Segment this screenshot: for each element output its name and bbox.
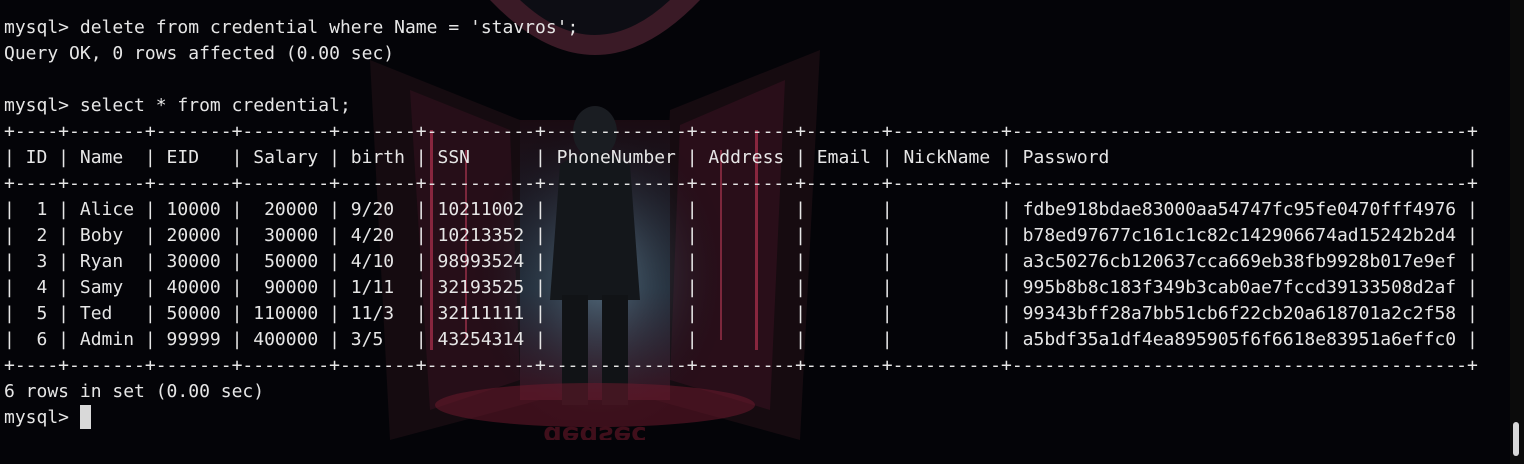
terminal-line: | 1 | Alice | 10000 | 20000 | 9/20 | 102…	[4, 199, 1478, 220]
terminal-line: | 6 | Admin | 99999 | 400000 | 3/5 | 432…	[4, 329, 1478, 350]
terminal-output: mysql> delete from credential where Name…	[4, 15, 1478, 431]
prompt-line[interactable]: mysql>	[4, 405, 1478, 431]
terminal-line: | 5 | Ted | 50000 | 110000 | 11/3 | 3211…	[4, 303, 1478, 324]
terminal-line: | 2 | Boby | 20000 | 30000 | 4/20 | 1021…	[4, 225, 1478, 246]
terminal-scrollbar[interactable]	[1510, 0, 1524, 464]
terminal-line: mysql> delete from credential where Name…	[4, 17, 579, 38]
mysql-prompt: mysql>	[4, 407, 70, 428]
terminal-line: 6 rows in set (0.00 sec)	[4, 381, 265, 402]
scrollbar-thumb[interactable]	[1513, 422, 1519, 456]
terminal-line: +----+-------+-------+--------+-------+-…	[4, 355, 1478, 376]
terminal-line: mysql> select * from credential;	[4, 95, 351, 116]
terminal-line: +----+-------+-------+--------+-------+-…	[4, 173, 1478, 194]
terminal-line: | ID | Name | EID | Salary | birth | SSN…	[4, 147, 1478, 168]
text-cursor	[80, 405, 92, 429]
terminal-line: +----+-------+-------+--------+-------+-…	[4, 121, 1478, 142]
terminal-line: | 4 | Samy | 40000 | 90000 | 1/11 | 3219…	[4, 277, 1478, 298]
terminal-line: | 3 | Ryan | 30000 | 50000 | 4/10 | 9899…	[4, 251, 1478, 272]
terminal-window[interactable]: dedsec mysql> delete from credential whe…	[0, 0, 1510, 464]
terminal-line: Query OK, 0 rows affected (0.00 sec)	[4, 43, 395, 64]
